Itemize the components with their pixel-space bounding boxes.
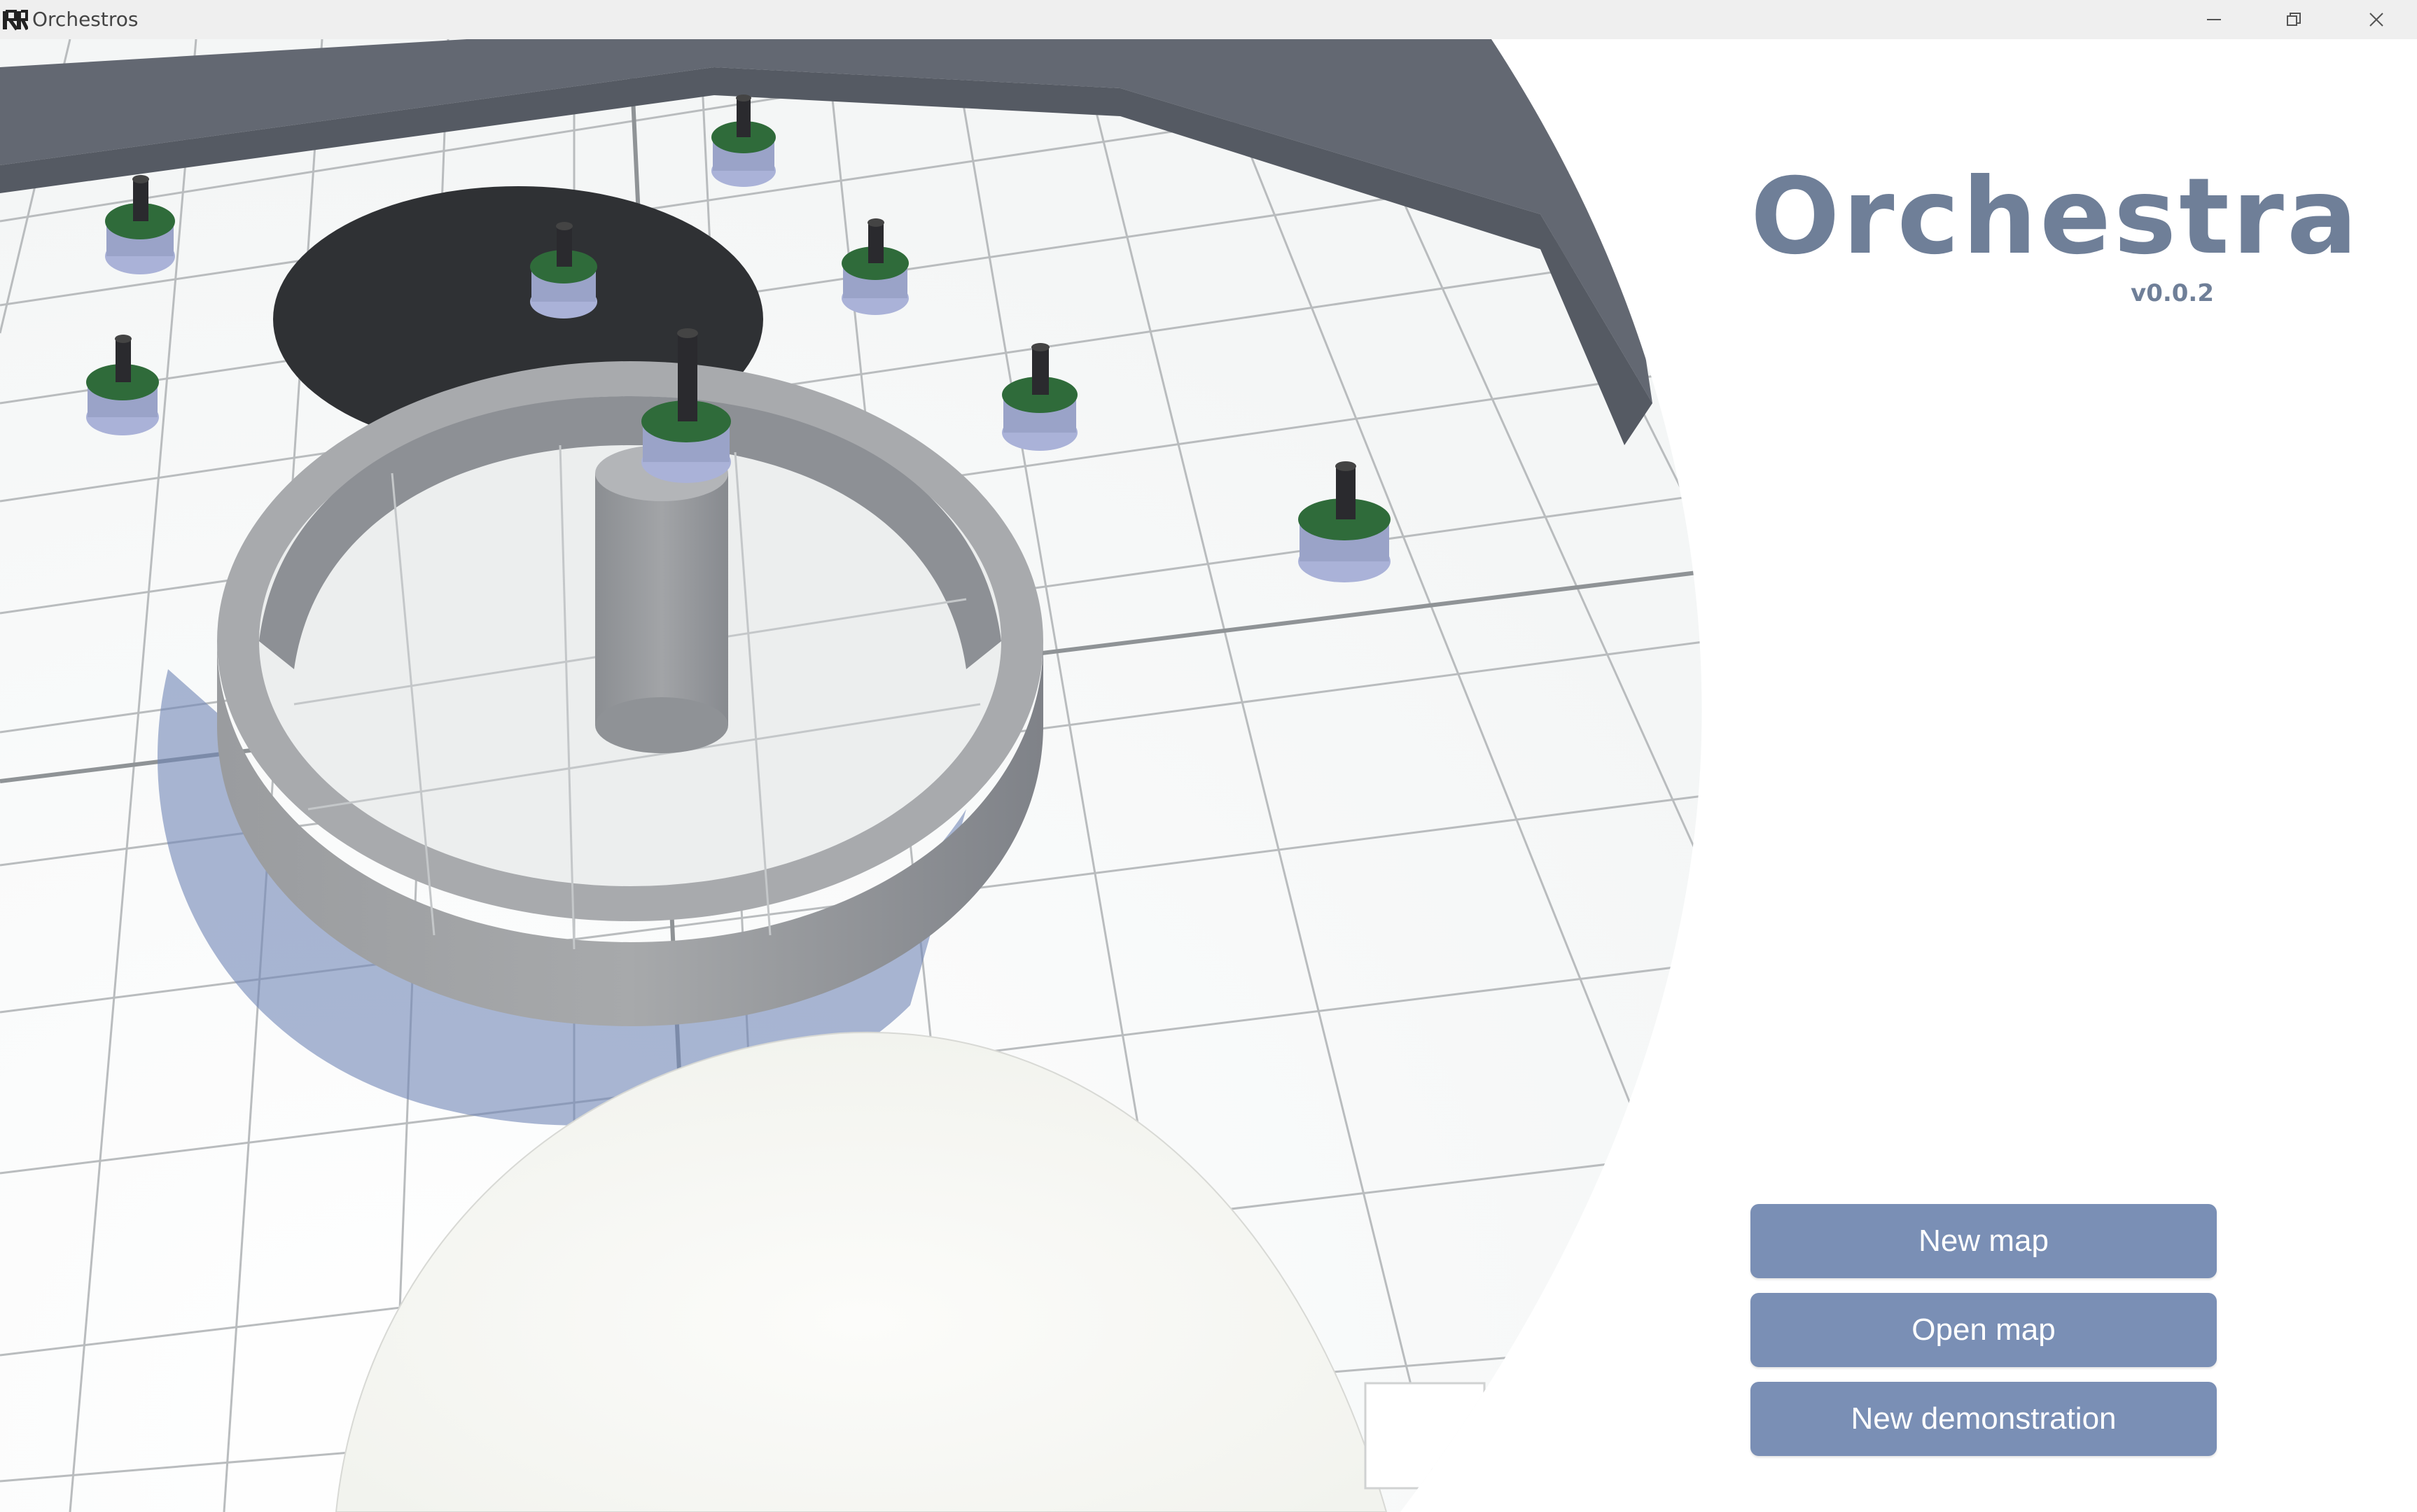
window-titlebar[interactable]: Orchestros	[0, 0, 2417, 39]
window-title: Orchestros	[32, 8, 139, 31]
minimize-button[interactable]	[2175, 0, 2253, 39]
app-version: v0.0.2	[2131, 279, 2214, 307]
new-map-button[interactable]: New map	[1750, 1204, 2217, 1278]
close-button[interactable]	[2337, 0, 2416, 39]
close-icon	[2369, 13, 2383, 27]
minimize-icon	[2207, 19, 2221, 20]
restore-icon	[2287, 13, 2301, 26]
new-demonstration-button[interactable]: New demonstration	[1750, 1382, 2217, 1456]
app-logo-icon	[3, 10, 28, 31]
open-map-button[interactable]: Open map	[1750, 1293, 2217, 1367]
app-title: Orchestra	[1750, 156, 2361, 278]
central-pillar	[595, 445, 728, 753]
restore-button[interactable]	[2255, 0, 2333, 39]
scene-viewport[interactable]	[0, 39, 1708, 1512]
